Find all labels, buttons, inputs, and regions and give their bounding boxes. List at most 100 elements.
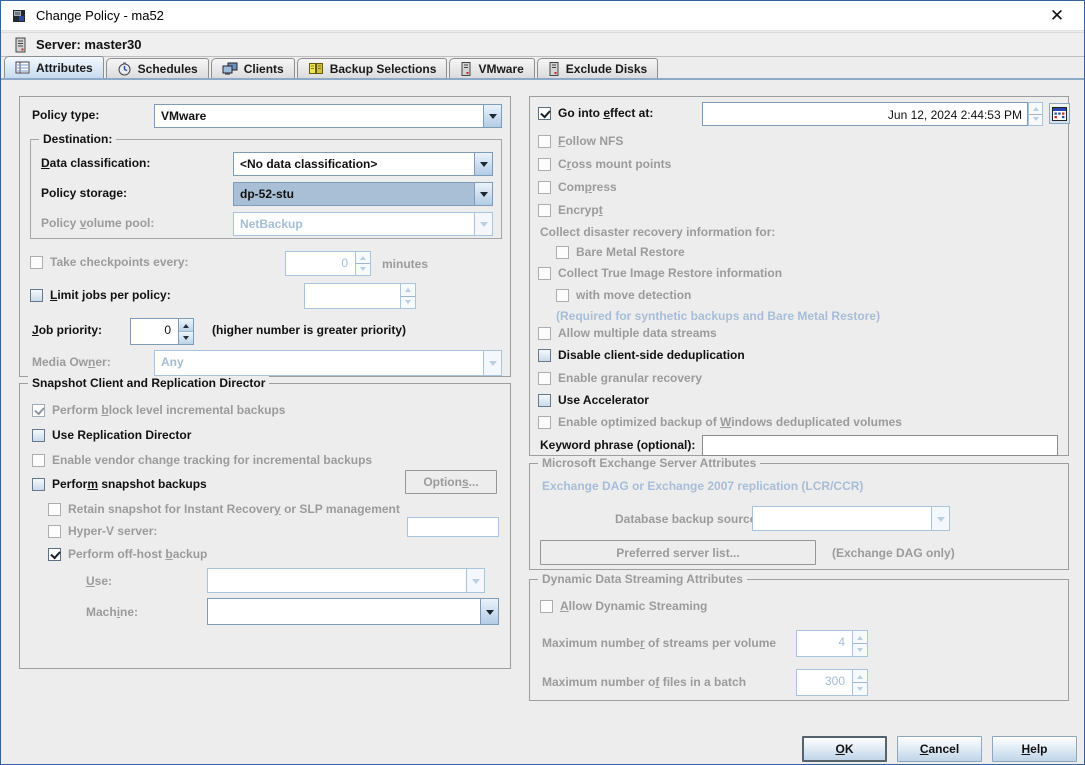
hyperv-row: Hyper-V server:	[48, 524, 157, 538]
spinner-down-icon[interactable]	[179, 331, 193, 344]
cross-mount-row: Cross mount points	[538, 157, 671, 171]
optimized-windows-checkbox	[538, 416, 551, 429]
take-checkpoints-label: Take checkpoints every:	[50, 255, 189, 269]
exchange-dag-only-label: (Exchange DAG only)	[832, 546, 955, 560]
optimized-windows-row: Enable optimized backup of Windows dedup…	[538, 415, 902, 429]
limit-jobs-label: Limit jobs per policy:	[50, 288, 171, 302]
attributes-right-panel: Go into effect at: Jun 12, 2024 2:44:53 …	[529, 96, 1069, 456]
chevron-down-icon[interactable]	[480, 599, 498, 624]
chevron-down-icon[interactable]	[474, 183, 492, 205]
policy-type-combo[interactable]: VMware	[154, 104, 502, 128]
block-level-row: Perform block level incremental backups	[32, 403, 285, 417]
encrypt-label: Encrypt	[558, 203, 603, 217]
take-checkpoints-value: 0	[285, 251, 356, 276]
app-icon	[11, 8, 27, 24]
cancel-button[interactable]: Cancel	[897, 736, 982, 762]
vendor-change-label: Enable vendor change tracking for increm…	[52, 453, 372, 467]
preferred-server-list-label: Preferred server list...	[616, 546, 739, 560]
backup-selections-icon	[308, 62, 324, 75]
tab-exclude-disks[interactable]: Exclude Disks	[537, 58, 658, 78]
effect-date-spinner[interactable]	[1028, 102, 1043, 126]
go-into-effect-checkbox[interactable]	[538, 107, 551, 120]
destination-group: Destination: Data classification: <No da…	[30, 139, 502, 239]
machine-combo[interactable]	[207, 598, 499, 625]
tab-attributes[interactable]: Attributes	[4, 56, 104, 78]
snapshot-group: Snapshot Client and Replication Director…	[19, 383, 511, 669]
retain-snapshot-label: Retain snapshot for Instant Recovery or …	[68, 502, 400, 516]
cancel-button-label: Cancel	[920, 742, 959, 756]
spinner-up-icon[interactable]	[1029, 103, 1042, 114]
multiple-streams-label: Allow multiple data streams	[558, 326, 717, 340]
policy-volume-pool-label: Policy volume pool:	[41, 216, 154, 230]
limit-jobs-checkbox[interactable]	[30, 289, 43, 302]
replication-director-checkbox[interactable]	[32, 429, 45, 442]
clients-icon	[222, 62, 238, 75]
data-classification-label: Data classification:	[41, 156, 150, 170]
spinner-up-icon	[356, 252, 370, 263]
chevron-down-icon[interactable]	[474, 153, 492, 175]
effect-date-field[interactable]: Jun 12, 2024 2:44:53 PM	[702, 102, 1028, 126]
exchange-group: Microsoft Exchange Server Attributes Exc…	[529, 463, 1069, 570]
replication-director-label: Use Replication Director	[52, 428, 191, 442]
bare-metal-row: Bare Metal Restore	[556, 245, 685, 259]
spinner-down-icon	[853, 643, 867, 656]
attributes-icon	[15, 61, 30, 74]
server-label: Server: master30	[36, 37, 142, 52]
vendor-change-row: Enable vendor change tracking for increm…	[32, 453, 372, 467]
job-priority-label: Job priority:	[32, 323, 102, 337]
server-icon	[14, 37, 27, 53]
dynamic-streaming-group: Dynamic Data Streaming Attributes Allow …	[529, 579, 1069, 701]
take-checkpoints-row: Take checkpoints every:	[30, 255, 189, 269]
spinner-up-icon	[853, 631, 867, 643]
hyperv-checkbox	[48, 525, 61, 538]
retain-snapshot-checkbox	[48, 503, 61, 516]
ok-button[interactable]: OK	[802, 736, 887, 762]
hyperv-label: Hyper-V server:	[68, 524, 157, 538]
optimized-windows-label: Enable optimized backup of Windows dedup…	[558, 415, 902, 429]
snapshot-backups-checkbox[interactable]	[32, 478, 45, 491]
policy-general-panel: Policy type: VMware Destination: Data cl…	[19, 96, 511, 377]
policy-storage-combo[interactable]: dp-52-stu	[233, 182, 493, 206]
tab-vmware[interactable]: VMware	[449, 58, 534, 78]
accelerator-checkbox[interactable]	[538, 394, 551, 407]
cross-mount-checkbox	[538, 158, 551, 171]
calendar-button[interactable]	[1049, 103, 1070, 124]
follow-nfs-label: Follow NFS	[558, 134, 623, 148]
keyword-field[interactable]	[702, 435, 1058, 456]
calendar-icon	[1052, 107, 1067, 121]
spinner-down-icon[interactable]	[1029, 114, 1042, 126]
help-button[interactable]: Help	[992, 736, 1077, 762]
granular-checkbox	[538, 372, 551, 385]
move-detection-label: with move detection	[576, 288, 691, 302]
job-priority-value[interactable]: 0	[130, 318, 179, 345]
disable-dedup-label: Disable client-side deduplication	[558, 348, 745, 362]
spinner-up-icon	[853, 670, 867, 682]
data-classification-combo[interactable]: <No data classification>	[233, 152, 493, 176]
granular-label: Enable granular recovery	[558, 371, 702, 385]
exchange-dag-note: Exchange DAG or Exchange 2007 replicatio…	[542, 479, 863, 493]
tab-schedules[interactable]: Schedules	[106, 58, 209, 78]
accelerator-label: Use Accelerator	[558, 393, 649, 407]
encrypt-row: Encrypt	[538, 203, 603, 217]
off-host-checkbox[interactable]	[48, 548, 61, 561]
allow-dynamic-label: Allow Dynamic Streaming	[560, 599, 707, 613]
multiple-streams-row: Allow multiple data streams	[538, 326, 717, 340]
tab-backup-selections[interactable]: Backup Selections	[297, 58, 448, 78]
max-files-value: 300	[796, 669, 853, 696]
collect-tir-label: Collect True Image Restore information	[558, 266, 782, 280]
close-icon[interactable]: ✕	[1040, 2, 1074, 30]
ok-button-label: OK	[835, 742, 853, 756]
limit-jobs-row: Limit jobs per policy:	[30, 288, 171, 302]
collect-tir-checkbox	[538, 267, 551, 280]
go-into-effect-row: Go into effect at:	[538, 106, 653, 120]
machine-value	[208, 599, 480, 624]
retain-snapshot-row: Retain snapshot for Instant Recovery or …	[48, 502, 400, 516]
spinner-up-icon[interactable]	[179, 319, 193, 331]
policy-type-value: VMware	[155, 105, 483, 127]
tab-clients[interactable]: Clients	[211, 58, 295, 78]
limit-jobs-spinner	[304, 283, 416, 309]
chevron-down-icon[interactable]	[483, 105, 501, 127]
compress-checkbox	[538, 181, 551, 194]
disable-dedup-checkbox[interactable]	[538, 349, 551, 362]
job-priority-spinner[interactable]: 0	[130, 318, 194, 345]
